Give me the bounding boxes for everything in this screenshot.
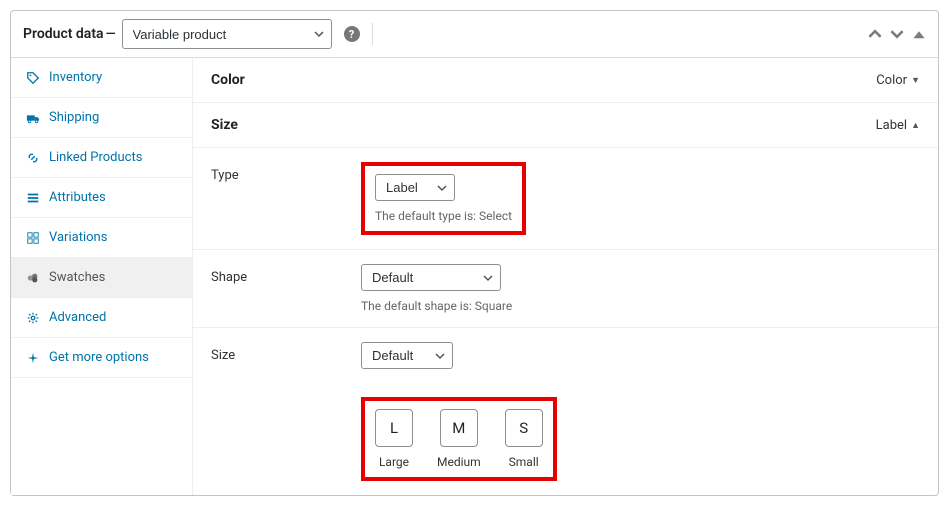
sidebar-item-label: Swatches [49, 270, 105, 285]
sidebar-item-advanced[interactable]: Advanced [11, 298, 192, 338]
field-hint: The default shape is: Square [361, 299, 920, 313]
link-icon [25, 151, 41, 165]
panel-title: Product data [23, 26, 104, 42]
type-select[interactable]: Label [375, 174, 455, 201]
attribute-name: Color [211, 72, 245, 88]
gear-icon [25, 311, 41, 325]
field-label: Shape [211, 264, 361, 313]
swatch-preview-row: L Large M Medium S Small [193, 383, 938, 495]
swatch-box[interactable]: S [505, 409, 543, 447]
list-icon [25, 191, 41, 205]
product-data-panel: Product data — Variable product ? Invent… [10, 10, 939, 496]
attribute-meta: Color ▼ [876, 73, 920, 88]
sidebar-item-label: Get more options [49, 350, 149, 365]
attribute-meta: Label ▲ [876, 118, 920, 133]
sidebar: Inventory Shipping Linked Products Attri… [11, 58, 193, 495]
field-row-shape: Shape Default The default shape is: Squa… [193, 250, 938, 328]
swatches-icon [25, 271, 41, 285]
swatch-label: Medium [437, 455, 481, 469]
sidebar-item-attributes[interactable]: Attributes [11, 178, 192, 218]
triangle-up-icon: ▲ [911, 120, 920, 131]
panel-header: Product data — Variable product ? [11, 11, 938, 58]
sidebar-item-get-more-options[interactable]: Get more options [11, 338, 192, 378]
attribute-row-size[interactable]: Size Label ▲ [193, 103, 938, 148]
sidebar-item-label: Linked Products [49, 150, 142, 165]
product-type-select[interactable]: Variable product [122, 19, 332, 49]
sidebar-item-label: Attributes [49, 190, 106, 205]
grid-icon [25, 231, 41, 245]
highlight-box: L Large M Medium S Small [361, 397, 557, 481]
panel-up-icon[interactable] [868, 27, 882, 41]
panel-collapse-icon[interactable] [912, 27, 926, 41]
tag-icon [25, 71, 41, 85]
swatch-item-medium: M Medium [437, 409, 481, 469]
field-row-type: Type Label The default type is: Select [193, 148, 938, 250]
attribute-row-color[interactable]: Color Color ▼ [193, 58, 938, 103]
content: Color Color ▼ Size Label ▲ Type [193, 58, 938, 495]
swatch-label: Small [509, 455, 539, 469]
truck-icon [25, 111, 41, 125]
highlight-box: Label The default type is: Select [361, 162, 526, 235]
sidebar-item-variations[interactable]: Variations [11, 218, 192, 258]
field-hint: The default type is: Select [375, 209, 512, 223]
sidebar-item-label: Inventory [49, 70, 102, 85]
sidebar-item-linked-products[interactable]: Linked Products [11, 138, 192, 178]
swatch-label: Large [379, 455, 409, 469]
panel-down-icon[interactable] [890, 27, 904, 41]
sidebar-item-label: Advanced [49, 310, 106, 325]
separator [372, 23, 373, 45]
attribute-name: Size [211, 117, 238, 133]
sidebar-item-shipping[interactable]: Shipping [11, 98, 192, 138]
help-icon[interactable]: ? [344, 26, 360, 42]
sidebar-item-label: Shipping [49, 110, 99, 125]
field-label: Size [211, 342, 361, 369]
shape-select[interactable]: Default [361, 264, 501, 291]
field-row-size: Size Default [193, 328, 938, 383]
sidebar-item-label: Variations [49, 230, 107, 245]
panel-header-controls [868, 27, 926, 41]
swatch-item-small: S Small [505, 409, 543, 469]
sparkle-icon [25, 351, 41, 365]
triangle-down-icon: ▼ [911, 75, 920, 86]
swatch-box[interactable]: M [440, 409, 478, 447]
size-select[interactable]: Default [361, 342, 453, 369]
field-label: Type [211, 162, 361, 235]
swatch-item-large: L Large [375, 409, 413, 469]
sidebar-item-swatches[interactable]: Swatches [11, 258, 192, 298]
swatch-box[interactable]: L [375, 409, 413, 447]
title-dash: — [106, 27, 116, 42]
sidebar-item-inventory[interactable]: Inventory [11, 58, 192, 98]
